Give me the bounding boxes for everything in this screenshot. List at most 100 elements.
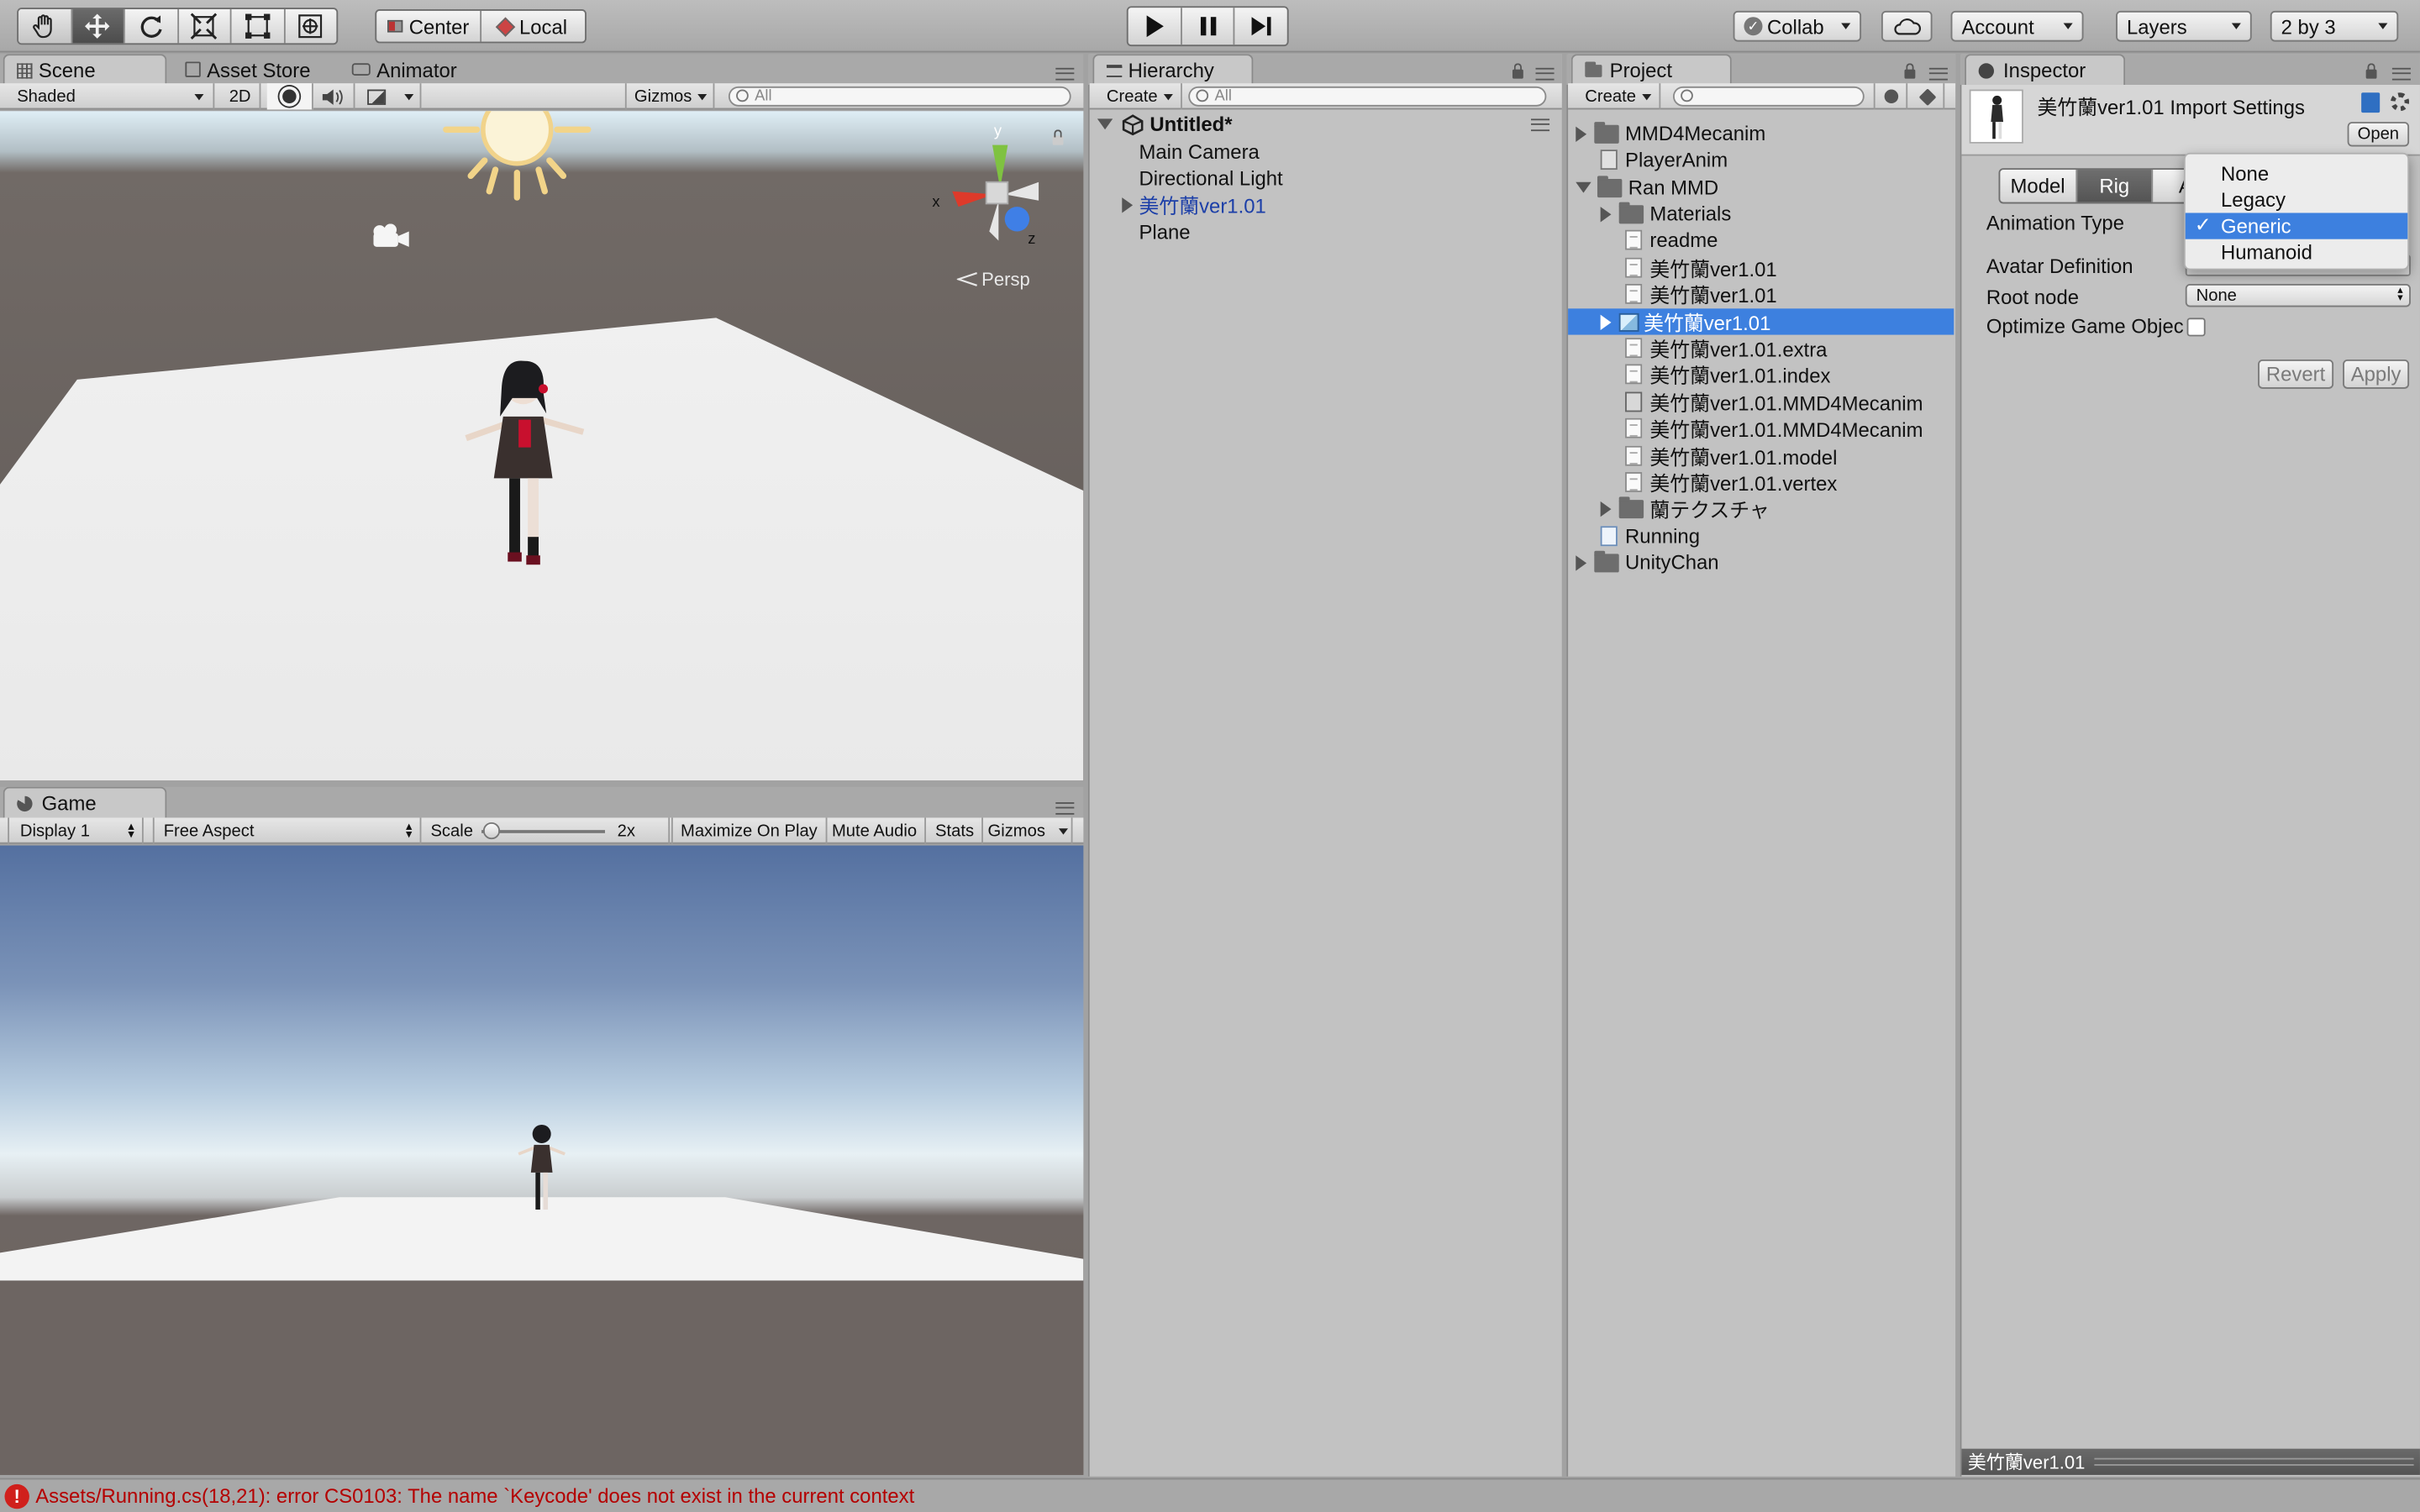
- project-item-unitychan[interactable]: UnityChan: [1576, 549, 1719, 575]
- mute-audio-toggle[interactable]: Mute Audio: [824, 817, 927, 844]
- expand-arrow-icon[interactable]: [1122, 197, 1134, 213]
- root-node-dropdown[interactable]: None ▴ ▾: [2185, 283, 2411, 307]
- project-item-readme[interactable]: readme: [1625, 227, 1718, 253]
- scale-slider[interactable]: [481, 822, 605, 840]
- transform-all-tool-button[interactable]: [285, 9, 337, 43]
- display-dropdown[interactable]: Display 1 ▴ ▾: [8, 817, 144, 844]
- status-bar[interactable]: ! Assets/Running.cs(18,21): error CS0103…: [0, 1478, 2420, 1512]
- tab-project[interactable]: Project: [1570, 54, 1732, 86]
- pivot-local-button[interactable]: Local: [481, 11, 585, 42]
- project-item-index[interactable]: 美竹蘭ver1.01.index: [1625, 361, 1830, 387]
- project-item-running[interactable]: Running: [1600, 523, 1700, 549]
- tab-hierarchy[interactable]: Hierarchy: [1092, 54, 1254, 86]
- project-item-playeranim[interactable]: PlayerAnim: [1600, 146, 1728, 172]
- hierarchy-item-plane[interactable]: Plane: [1139, 219, 1190, 245]
- scene-root-row[interactable]: Untitled*: [1097, 111, 1557, 137]
- open-button[interactable]: Open: [2347, 122, 2410, 147]
- tab-inspector[interactable]: Inspector: [1965, 54, 2126, 86]
- project-item-model-file-1[interactable]: 美竹蘭ver1.01: [1625, 255, 1777, 281]
- perspective-label[interactable]: Persp: [956, 269, 1030, 290]
- expand-arrow-icon[interactable]: [1576, 181, 1591, 193]
- expand-arrow-icon[interactable]: [1600, 206, 1612, 222]
- collab-dropdown[interactable]: ✓ Collab: [1733, 10, 1862, 42]
- mode-2d-toggle[interactable]: 2D: [221, 83, 261, 110]
- lock-icon[interactable]: [1904, 63, 1916, 79]
- play-button[interactable]: [1128, 8, 1182, 45]
- step-button[interactable]: [1235, 8, 1287, 45]
- project-item-model-prefab[interactable]: 美竹蘭ver1.01: [1600, 308, 1770, 335]
- lock-icon[interactable]: [1512, 63, 1523, 79]
- project-search-input[interactable]: [1672, 86, 1865, 107]
- tab-rig[interactable]: Rig: [2076, 170, 2154, 202]
- project-item-textures[interactable]: 蘭テクスチャ: [1600, 496, 1770, 522]
- expand-arrow-icon[interactable]: [1576, 554, 1587, 570]
- project-item-model-file-2[interactable]: 美竹蘭ver1.01: [1625, 281, 1777, 307]
- layers-dropdown[interactable]: Layers: [2116, 10, 2252, 42]
- menu-option-legacy[interactable]: Legacy: [2186, 186, 2407, 213]
- effects-dropdown[interactable]: [360, 83, 422, 110]
- panel-menu-icon[interactable]: [1535, 67, 1555, 81]
- lock-icon[interactable]: [1052, 129, 1064, 145]
- filter-by-type-button[interactable]: [1873, 83, 1908, 110]
- project-item-mmd4mecanim[interactable]: MMD4Mecanim: [1576, 120, 1765, 146]
- tab-asset-store[interactable]: Asset Store: [173, 54, 335, 85]
- scene-search-input[interactable]: All: [728, 86, 1071, 107]
- project-item-model-data[interactable]: 美竹蘭ver1.01.model: [1625, 443, 1837, 469]
- rect-tool-button[interactable]: [232, 9, 285, 44]
- expand-arrow-icon[interactable]: [1097, 118, 1113, 130]
- project-item-ran-mmd[interactable]: Ran MMD: [1576, 175, 1718, 201]
- expand-arrow-icon[interactable]: [1600, 501, 1612, 517]
- aspect-dropdown[interactable]: Free Aspect ▴ ▾: [152, 817, 422, 844]
- scale-tool-button[interactable]: [178, 9, 232, 44]
- apply-button[interactable]: Apply: [2343, 359, 2410, 389]
- project-item-mmd4mecanim-text[interactable]: 美竹蘭ver1.01.MMD4Mecanim: [1625, 415, 1923, 441]
- lock-icon[interactable]: [2365, 63, 2377, 79]
- hierarchy-item-main-camera[interactable]: Main Camera: [1139, 139, 1259, 165]
- pause-button[interactable]: [1181, 8, 1235, 45]
- maximize-on-play-toggle[interactable]: Maximize On Play: [671, 817, 827, 844]
- tab-animator[interactable]: Animator: [339, 54, 509, 85]
- settings-gear-icon[interactable]: [2391, 92, 2410, 112]
- stats-toggle[interactable]: Stats: [928, 817, 984, 844]
- project-item-mmd4mecanim-asset[interactable]: 美竹蘭ver1.01.MMD4Mecanim: [1625, 389, 1923, 415]
- hierarchy-search-input[interactable]: All: [1188, 86, 1547, 107]
- optimize-game-objects-checkbox[interactable]: [2186, 318, 2206, 337]
- shading-mode-dropdown[interactable]: Shaded: [0, 83, 215, 110]
- layout-dropdown[interactable]: 2 by 3: [2270, 10, 2399, 42]
- tab-scene[interactable]: Scene: [3, 54, 167, 86]
- scale-slider-thumb[interactable]: [483, 822, 501, 840]
- gizmos-dropdown[interactable]: Gizmos: [624, 83, 715, 110]
- camera-icon[interactable]: [371, 223, 411, 251]
- scene-menu-icon[interactable]: [1531, 118, 1550, 132]
- move-tool-button[interactable]: [71, 9, 125, 44]
- panel-menu-icon[interactable]: [2391, 67, 2411, 81]
- hierarchy-create-dropdown[interactable]: Create: [1099, 83, 1182, 110]
- tab-model[interactable]: Model: [2000, 170, 2077, 202]
- menu-option-none[interactable]: None: [2186, 160, 2407, 186]
- scene-view[interactable]: y x z Persp: [0, 111, 1084, 781]
- hierarchy-item-model[interactable]: 美竹蘭ver1.01: [1122, 192, 1266, 218]
- pivot-center-button[interactable]: Center: [376, 10, 482, 42]
- menu-option-generic[interactable]: ✓ Generic: [2185, 213, 2408, 239]
- lighting-toggle[interactable]: [266, 83, 313, 110]
- filter-by-label-button[interactable]: [1911, 83, 1945, 110]
- hand-tool-button[interactable]: [18, 9, 72, 44]
- tab-game[interactable]: Game: [3, 786, 167, 818]
- revert-button[interactable]: Revert: [2258, 359, 2334, 389]
- project-item-materials[interactable]: Materials: [1600, 201, 1731, 227]
- panel-menu-icon[interactable]: [1055, 67, 1075, 81]
- preview-bar[interactable]: 美竹蘭ver1.01: [1961, 1448, 2420, 1475]
- panel-menu-icon[interactable]: [1055, 802, 1075, 815]
- game-view[interactable]: [0, 845, 1084, 1475]
- audio-toggle[interactable]: [313, 83, 355, 110]
- menu-option-humanoid[interactable]: Humanoid: [2186, 239, 2407, 265]
- expand-arrow-icon[interactable]: [1576, 125, 1587, 142]
- expand-arrow-icon[interactable]: [1600, 313, 1612, 330]
- preview-drag-handle[interactable]: [2094, 1457, 2414, 1466]
- account-dropdown[interactable]: Account: [1950, 10, 2084, 42]
- help-book-icon[interactable]: [2361, 92, 2381, 113]
- panel-menu-icon[interactable]: [1928, 67, 1948, 81]
- rotate-tool-button[interactable]: [125, 9, 179, 44]
- project-create-dropdown[interactable]: Create: [1577, 83, 1661, 110]
- scene-character[interactable]: [450, 352, 598, 584]
